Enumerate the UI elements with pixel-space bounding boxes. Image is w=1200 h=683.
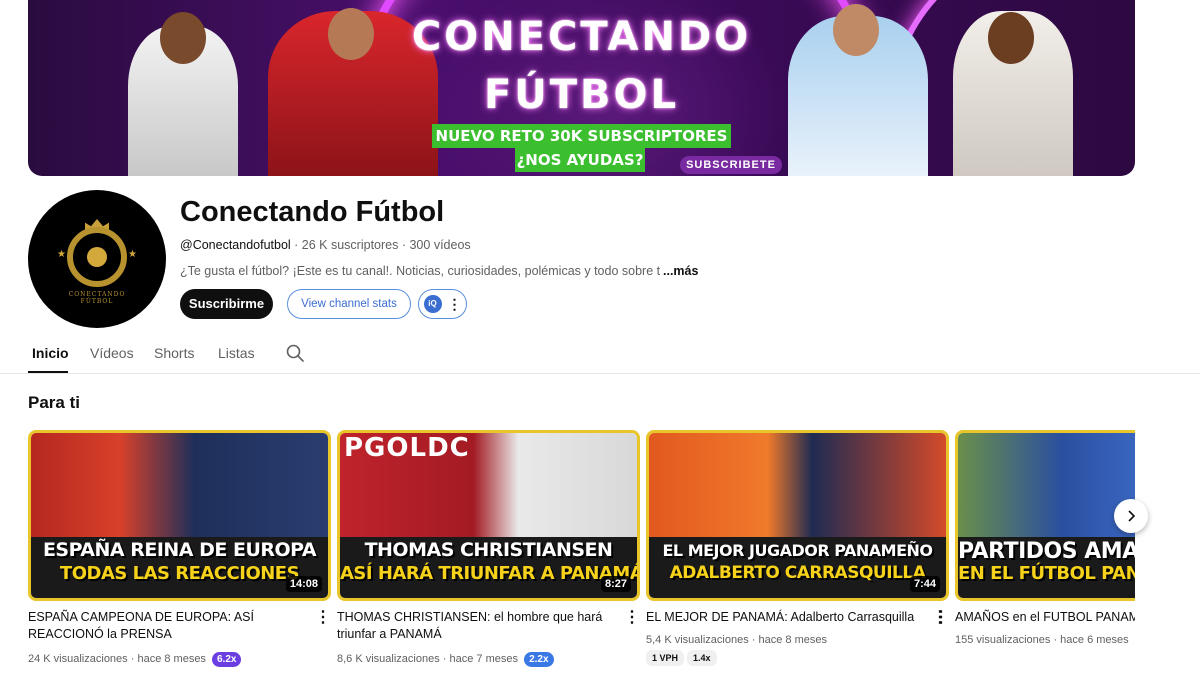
upload-age: hace 8 meses xyxy=(758,634,827,646)
thumbnail-text-line1: EL MEJOR JUGADOR PANAMEÑO xyxy=(662,541,933,560)
video-duration: 8:27 xyxy=(600,576,631,592)
crest-logo-icon: ★ ★ CONECTANDO FÚTBOL xyxy=(57,219,137,305)
banner-subscribe-badge: SUBSCRIBETE xyxy=(680,156,782,174)
thumbnail-text-line2: ASÍ HARÁ TRIUNFAR A PANAMÁ xyxy=(340,563,640,584)
upload-age: hace 7 meses xyxy=(449,653,518,665)
banner-promo-line1: NUEVO RETO 30K SUBSCRIPTORES xyxy=(432,124,731,148)
upload-age: hace 6 meses xyxy=(1060,634,1129,646)
channel-search-button[interactable] xyxy=(285,343,305,368)
thumbnail-top-text: PGOLDC xyxy=(344,433,470,463)
channel-avatar[interactable]: ★ ★ CONECTANDO FÚTBOL xyxy=(28,190,166,328)
chevron-right-icon xyxy=(1128,510,1136,522)
channel-banner: CONECTANDO FÚTBOL NUEVO RETO 30K SUBSCRI… xyxy=(28,0,1135,176)
video-thumbnail[interactable]: EL MEJOR JUGADOR PANAMEÑO ADALBERTO CARR… xyxy=(646,430,949,601)
thumbnail-text-line2: TODAS LAS REACCIONES xyxy=(59,563,300,584)
iq-extension-icon: iQ xyxy=(423,295,442,313)
banner-promo-line2: ¿NOS AYUDAS? xyxy=(515,148,645,172)
video-title[interactable]: THOMAS CHRISTIANSEN: el hombre que hará … xyxy=(337,609,617,643)
video-thumbnail[interactable]: PARTIDOS AMAÑADOS EN EL FÚTBOL PANAMEÑO xyxy=(955,430,1135,601)
avatar-caption: CONECTANDO FÚTBOL xyxy=(68,291,126,305)
video-meta: 8,6 K visualizaciones · hace 7 meses 2.2… xyxy=(337,652,554,667)
thumbnail-text-line2: EN EL FÚTBOL PANAMEÑO xyxy=(958,563,1135,584)
section-title: Para ti xyxy=(28,393,80,412)
video-card[interactable]: EL MEJOR JUGADOR PANAMEÑO ADALBERTO CARR… xyxy=(646,430,949,666)
view-count: 5,4 K visualizaciones xyxy=(646,634,749,646)
description-more-link[interactable]: ...más xyxy=(663,264,698,278)
active-tab-indicator xyxy=(28,371,68,373)
video-meta: 5,4 K visualizaciones · hace 8 meses xyxy=(646,634,827,646)
banner-title-line2: FÚTBOL xyxy=(483,72,680,118)
more-vert-icon[interactable]: ⋮ xyxy=(315,607,331,627)
more-vert-icon: ⋮ xyxy=(447,296,462,312)
view-channel-stats-button[interactable]: View channel stats xyxy=(287,289,411,319)
channel-handle: @Conectandofutbol xyxy=(180,238,291,252)
video-thumbnail[interactable]: PGOLDC THOMAS CHRISTIANSEN ASÍ HARÁ TRIU… xyxy=(337,430,640,601)
thumbnail-text-line1: THOMAS CHRISTIANSEN xyxy=(364,539,613,561)
video-card[interactable]: ESPAÑA REINA DE EUROPA TODAS LAS REACCIO… xyxy=(28,430,331,667)
channel-name: Conectando Fútbol xyxy=(180,196,445,228)
upload-age: hace 8 meses xyxy=(137,653,206,665)
video-meta: 155 visualizaciones · hace 6 meses xyxy=(955,634,1129,646)
meta-separator: · xyxy=(290,238,302,252)
video-title[interactable]: ESPAÑA CAMPEONA DE EUROPA: ASÍ REACCIONÓ… xyxy=(28,609,308,643)
football-icon xyxy=(87,247,107,267)
shelf-next-button[interactable] xyxy=(1114,499,1148,533)
search-icon xyxy=(286,344,304,362)
view-count: 155 visualizaciones xyxy=(955,634,1051,646)
channel-tabs: Inicio Vídeos Shorts Listas xyxy=(0,337,1200,374)
more-vert-icon[interactable]: ⋮ xyxy=(624,607,640,627)
meta-separator: · xyxy=(398,238,410,252)
video-title[interactable]: EL MEJOR DE PANAMÁ: Adalberto Carrasquil… xyxy=(646,609,926,626)
view-count: 24 K visualizaciones xyxy=(28,653,128,665)
video-card[interactable]: PARTIDOS AMAÑADOS EN EL FÚTBOL PANAMEÑO … xyxy=(955,430,1135,646)
thumbnail-text-line2: ADALBERTO CARRASQUILLA xyxy=(669,563,926,583)
tab-shorts[interactable]: Shorts xyxy=(154,345,194,361)
channel-description[interactable]: ¿Te gusta el fútbol? ¡Este es tu canal!.… xyxy=(180,264,660,278)
performance-badge: 6.2x xyxy=(212,652,242,667)
thumbnail-image xyxy=(31,433,328,537)
thumbnail-text-line1: ESPAÑA REINA DE EUROPA xyxy=(42,539,317,561)
subscribe-button[interactable]: Suscribirme xyxy=(180,289,273,319)
video-shelf: ESPAÑA REINA DE EUROPA TODAS LAS REACCIO… xyxy=(28,430,1135,683)
thumbnail-text-line1: PARTIDOS AMAÑADOS xyxy=(958,539,1135,564)
banner-title-line1: CONECTANDO xyxy=(411,14,752,60)
video-tags: 1 VPH 1.4x xyxy=(646,650,720,666)
more-vert-icon[interactable]: ⋮ xyxy=(932,607,948,627)
vph-tag: 1 VPH xyxy=(646,650,685,666)
video-duration: 14:08 xyxy=(285,576,322,592)
video-duration: 7:44 xyxy=(909,576,940,592)
video-meta: 24 K visualizaciones · hace 8 meses 6.2x xyxy=(28,652,242,667)
thumbnail-image xyxy=(958,433,1135,537)
extension-menu-button[interactable]: iQ ⋮ xyxy=(418,289,467,319)
tab-inicio[interactable]: Inicio xyxy=(32,345,69,361)
video-title[interactable]: AMAÑOS en el FUTBOL PANAMEÑO xyxy=(955,609,1135,626)
video-count: 300 vídeos xyxy=(409,238,471,252)
video-card[interactable]: PGOLDC THOMAS CHRISTIANSEN ASÍ HARÁ TRIU… xyxy=(337,430,640,667)
tab-videos[interactable]: Vídeos xyxy=(90,345,134,361)
star-icon: ★ xyxy=(128,249,137,260)
thumbnail-image xyxy=(649,433,946,537)
video-thumbnail[interactable]: ESPAÑA REINA DE EUROPA TODAS LAS REACCIO… xyxy=(28,430,331,601)
performance-badge: 2.2x xyxy=(524,652,554,667)
subscriber-count: 26 K suscriptores xyxy=(301,238,399,252)
tab-listas[interactable]: Listas xyxy=(218,345,255,361)
view-count: 8,6 K visualizaciones xyxy=(337,653,440,665)
star-icon: ★ xyxy=(57,249,66,260)
channel-meta: @Conectandofutbol · 26 K suscriptores · … xyxy=(180,238,471,252)
multiplier-tag: 1.4x xyxy=(687,650,717,666)
